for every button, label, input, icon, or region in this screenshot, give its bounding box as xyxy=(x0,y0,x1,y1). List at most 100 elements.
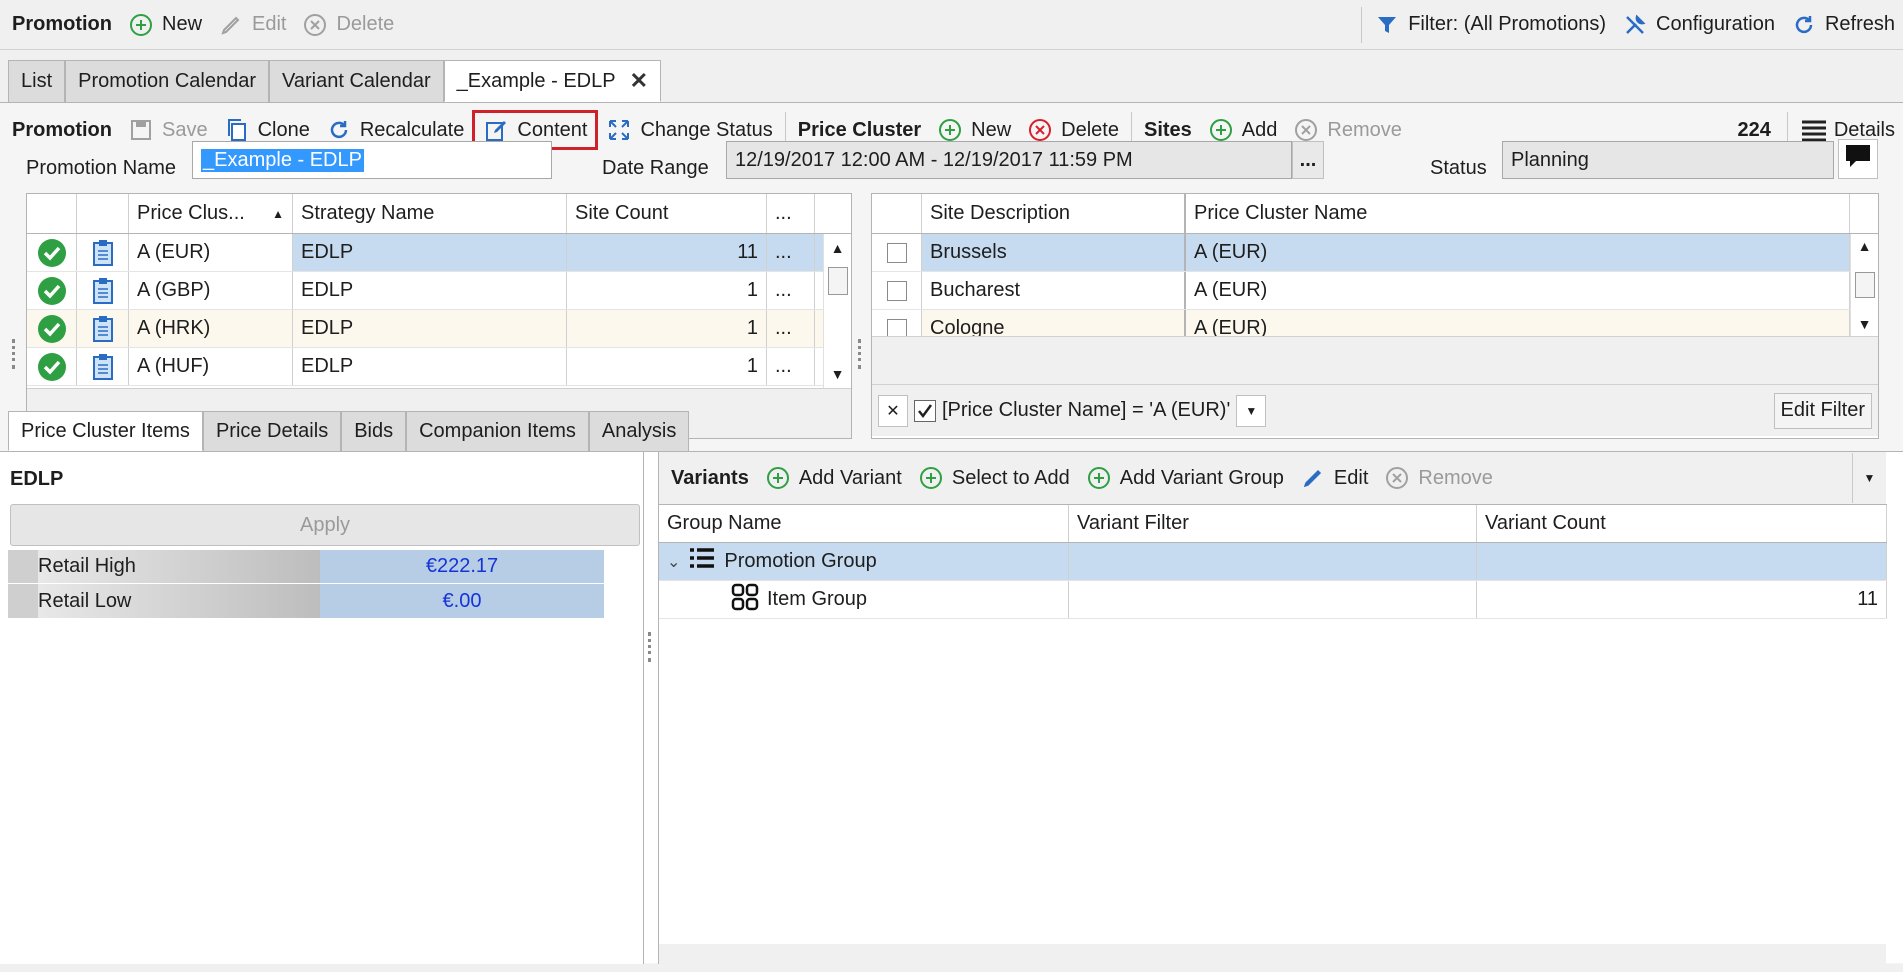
table-row[interactable]: A (EUR) EDLP 11 ... xyxy=(27,234,823,272)
table-row[interactable]: A (HUF) EDLP 1 ... xyxy=(27,348,823,386)
tab-example-edlp[interactable]: _Example - EDLP ✕ xyxy=(443,60,662,102)
tab-label: Bids xyxy=(354,420,394,442)
vertical-scrollbar[interactable]: ▲ ▼ xyxy=(823,234,851,388)
strategy-title: EDLP xyxy=(10,468,64,490)
filter-button[interactable]: Filter: (All Promotions) xyxy=(1366,0,1614,49)
edit-filter-label: Edit Filter xyxy=(1780,399,1865,421)
delete-circle-icon xyxy=(302,12,328,38)
edit-filter-button[interactable]: Edit Filter xyxy=(1773,392,1872,429)
promotion-name-input[interactable]: _Example - EDLP xyxy=(192,141,552,179)
delete-circle-icon xyxy=(1027,117,1053,143)
new-promotion-button[interactable]: New xyxy=(120,0,210,49)
vertical-splitter[interactable] xyxy=(648,632,652,662)
clear-filter-button[interactable]: ✕ xyxy=(878,394,908,427)
tab-price-details[interactable]: Price Details xyxy=(202,411,342,451)
grid-header: Price Clus... ▲ Strategy Name Site Count… xyxy=(27,194,851,234)
more-cell[interactable]: ... xyxy=(767,310,815,347)
strategy-column-header[interactable]: Strategy Name xyxy=(293,194,567,233)
group-name-column-header[interactable]: Group Name xyxy=(659,505,1069,542)
pencil-icon xyxy=(1300,465,1326,491)
edit-document-icon xyxy=(483,117,509,143)
site-checkbox[interactable] xyxy=(886,242,907,263)
status-field[interactable]: Planning xyxy=(1502,141,1834,179)
close-icon[interactable]: ✕ xyxy=(630,68,648,94)
variants-menu-dropdown[interactable]: ▼ xyxy=(1852,453,1886,503)
delete-label: Delete xyxy=(1061,118,1119,141)
tab-variant-calendar[interactable]: Variant Calendar xyxy=(269,60,444,102)
table-row[interactable]: A (HRK) EDLP 1 ... xyxy=(27,310,823,348)
date-range-field[interactable]: 12/19/2017 12:00 AM - 12/19/2017 11:59 P… xyxy=(726,141,1292,179)
price-cluster-column-header[interactable]: Price Clus... ▲ xyxy=(129,194,293,233)
list-item[interactable]: Retail High €222.17 xyxy=(8,550,604,584)
site-checkbox[interactable] xyxy=(886,318,907,336)
scroll-up-icon[interactable]: ▲ xyxy=(831,240,845,256)
scroll-thumb[interactable] xyxy=(1854,272,1875,298)
select-column-header xyxy=(872,194,922,233)
remove-variant-button[interactable]: Remove xyxy=(1376,452,1500,504)
cluster-cell: A (EUR) xyxy=(1186,310,1850,336)
edit-promotion-button[interactable]: Edit xyxy=(210,0,294,49)
date-range-picker-button[interactable]: ... xyxy=(1292,141,1324,179)
table-row[interactable]: Cologne A (EUR) xyxy=(872,310,1850,336)
filter-dropdown-button[interactable]: ▼ xyxy=(1236,394,1267,427)
more-cell[interactable]: ... xyxy=(767,272,815,309)
promotion-document: Promotion Save Clone Recalculate Content… xyxy=(0,102,1903,964)
clipboard-icon[interactable] xyxy=(77,310,129,347)
clipboard-icon[interactable] xyxy=(77,272,129,309)
apply-button[interactable]: Apply xyxy=(10,504,640,546)
vertical-splitter[interactable] xyxy=(12,339,16,369)
site-cell: Brussels xyxy=(922,234,1186,271)
row-indicator xyxy=(8,550,38,583)
scroll-thumb[interactable] xyxy=(827,267,848,295)
select-to-add-button[interactable]: Select to Add xyxy=(910,452,1078,504)
list-icon xyxy=(688,547,716,577)
value-cell[interactable]: €222.17 xyxy=(320,550,604,583)
site-checkbox[interactable] xyxy=(886,280,907,301)
price-cluster-name-column-header[interactable]: Price Cluster Name xyxy=(1186,194,1850,233)
tab-bids[interactable]: Bids xyxy=(341,411,407,451)
site-count-cell: 11 xyxy=(567,234,767,271)
variant-count-column-header[interactable]: Variant Count xyxy=(1477,505,1887,542)
tab-price-cluster-items[interactable]: Price Cluster Items xyxy=(8,411,203,451)
tab-label: Variant Calendar xyxy=(282,70,431,92)
value-cell[interactable]: €.00 xyxy=(320,584,604,618)
approved-icon xyxy=(27,272,77,309)
tab-promotion-calendar[interactable]: Promotion Calendar xyxy=(65,60,269,102)
vertical-splitter[interactable] xyxy=(858,339,862,369)
variant-filter-column-header[interactable]: Variant Filter xyxy=(1069,505,1477,542)
filter-enabled-checkbox[interactable] xyxy=(914,399,936,422)
site-description-column-header[interactable]: Site Description xyxy=(922,194,1186,233)
refresh-button[interactable]: Refresh xyxy=(1783,0,1903,49)
tab-companion-items[interactable]: Companion Items xyxy=(406,411,589,451)
add-variant-group-button[interactable]: Add Variant Group xyxy=(1078,452,1292,504)
scroll-down-icon[interactable]: ▼ xyxy=(831,366,845,382)
table-row[interactable]: Item Group 11 xyxy=(659,581,1887,619)
clipboard-icon[interactable] xyxy=(77,234,129,271)
scroll-up-icon[interactable]: ▲ xyxy=(1858,238,1872,254)
vertical-scrollbar[interactable]: ▲ ▼ xyxy=(1850,234,1878,336)
delete-promotion-button[interactable]: Delete xyxy=(294,0,402,49)
add-variant-button[interactable]: Add Variant xyxy=(757,452,910,504)
table-row[interactable]: Brussels A (EUR) xyxy=(872,234,1850,272)
tab-list[interactable]: List xyxy=(8,60,66,102)
site-count-column-header[interactable]: Site Count xyxy=(567,194,767,233)
filter-text[interactable]: [Price Cluster Name] = 'A (EUR)' xyxy=(942,399,1230,422)
strategy-cell: EDLP xyxy=(293,272,567,309)
strategy-panel: EDLP Apply Retail High €222.17 Retail Lo… xyxy=(0,452,644,964)
more-cell[interactable]: ... xyxy=(767,348,815,385)
chevron-down-icon[interactable]: ⌄ xyxy=(667,552,680,572)
comment-button[interactable] xyxy=(1838,139,1878,179)
tab-label: List xyxy=(21,70,53,92)
list-item[interactable]: Retail Low €.00 xyxy=(8,584,604,618)
more-cell[interactable]: ... xyxy=(767,234,815,271)
clipboard-icon[interactable] xyxy=(77,348,129,385)
table-row[interactable]: A (GBP) EDLP 1 ... xyxy=(27,272,823,310)
tab-analysis[interactable]: Analysis xyxy=(588,411,690,451)
promotion-name-value: _Example - EDLP xyxy=(201,148,364,172)
table-row[interactable]: ⌄ Promotion Group xyxy=(659,543,1887,581)
table-row[interactable]: Bucharest A (EUR) xyxy=(872,272,1850,310)
scroll-down-icon[interactable]: ▼ xyxy=(1858,316,1872,332)
more-column-header[interactable]: ... xyxy=(767,194,815,233)
edit-variant-button[interactable]: Edit xyxy=(1292,452,1376,504)
configuration-button[interactable]: Configuration xyxy=(1614,0,1783,49)
